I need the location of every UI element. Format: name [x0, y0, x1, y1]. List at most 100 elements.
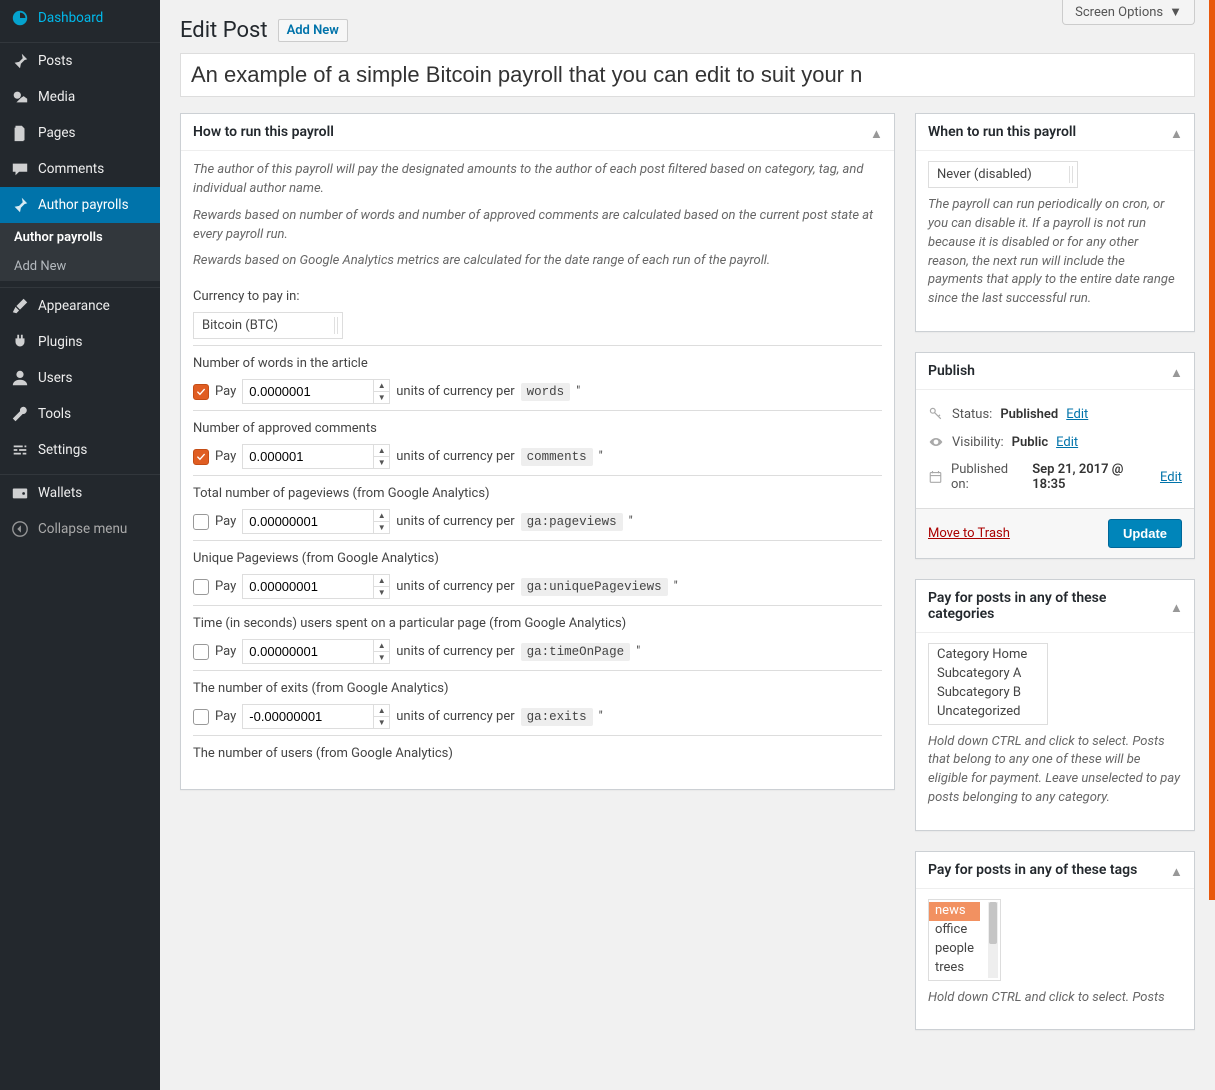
pay-amount-input[interactable]	[243, 445, 373, 468]
number-spinner[interactable]: ▲▼	[373, 510, 389, 533]
page-scrollbar[interactable]	[1209, 0, 1215, 900]
categories-heading: Pay for posts in any of these categories	[928, 590, 1170, 622]
tag-option[interactable]: office	[929, 921, 980, 940]
pay-row: Pay▲▼units of currency perga:pageviews"	[193, 509, 882, 534]
pin-icon	[10, 51, 30, 71]
pay-word: Pay	[215, 579, 236, 594]
menu-media[interactable]: Media	[0, 79, 160, 115]
edit-date-link[interactable]: Edit	[1160, 470, 1182, 485]
pay-amount-input[interactable]	[243, 640, 373, 663]
tags-heading: Pay for posts in any of these tags	[928, 862, 1137, 878]
menu-label: Comments	[38, 161, 104, 177]
admin-sidebar: Dashboard Posts Media Pages Comments Aut…	[0, 0, 160, 1090]
currency-label: Currency to pay in:	[193, 289, 882, 304]
menu-label: Plugins	[38, 334, 83, 350]
category-option[interactable]: Subcategory B	[931, 684, 1045, 703]
pay-amount-input[interactable]	[243, 705, 373, 728]
number-spinner[interactable]: ▲▼	[373, 705, 389, 728]
metric-code: comments	[521, 448, 593, 466]
currency-select[interactable]: Bitcoin (BTC)	[193, 312, 343, 339]
menu-dashboard[interactable]: Dashboard	[0, 0, 160, 36]
howto-p2: Rewards based on number of words and num…	[193, 207, 882, 245]
number-spinner[interactable]: ▲▼	[373, 380, 389, 403]
brush-icon	[10, 296, 30, 316]
pay-field-block: Time (in seconds) users spent on a parti…	[193, 605, 882, 670]
quote-mark: "	[636, 644, 640, 659]
screen-options-toggle[interactable]: Screen Options ▼	[1062, 0, 1195, 25]
menu-label: Users	[38, 370, 72, 386]
units-label: units of currency per	[396, 709, 514, 724]
menu-tools[interactable]: Tools	[0, 396, 160, 432]
toggle-panel-icon[interactable]: ▲	[870, 126, 882, 138]
menu-wallets[interactable]: Wallets	[0, 475, 160, 511]
menu-settings[interactable]: Settings	[0, 432, 160, 468]
status-row: Status: Published Edit	[928, 400, 1182, 428]
metric-code: ga:pageviews	[521, 513, 623, 531]
move-to-trash-link[interactable]: Move to Trash	[928, 526, 1010, 541]
number-spinner[interactable]: ▲▼	[373, 640, 389, 663]
tag-option[interactable]: people	[929, 940, 980, 959]
pay-row: Pay▲▼units of currency perwords"	[193, 379, 882, 404]
pay-word: Pay	[215, 449, 236, 464]
menu-posts[interactable]: Posts	[0, 43, 160, 79]
pay-amount-input-wrap: ▲▼	[242, 444, 390, 469]
tags-postbox: Pay for posts in any of these tags ▲ new…	[915, 851, 1195, 1030]
submenu-author-payrolls: Author payrolls Add New	[0, 223, 160, 281]
pay-checkbox[interactable]	[193, 384, 209, 400]
chevron-down-icon: ▼	[1169, 4, 1182, 20]
number-spinner[interactable]: ▲▼	[373, 575, 389, 598]
update-button[interactable]: Update	[1108, 519, 1182, 548]
edit-visibility-link[interactable]: Edit	[1056, 435, 1078, 450]
pay-checkbox[interactable]	[193, 449, 209, 465]
pay-amount-input-wrap: ▲▼	[242, 639, 390, 664]
pay-checkbox[interactable]	[193, 709, 209, 725]
collapse-menu[interactable]: Collapse menu	[0, 511, 160, 547]
category-option[interactable]: Category Home	[931, 646, 1045, 665]
toggle-panel-icon[interactable]: ▲	[1170, 600, 1182, 612]
metric-code: ga:uniquePageviews	[521, 578, 668, 596]
pay-field-block: Number of words in the articlePay▲▼units…	[193, 345, 882, 410]
pay-field-label: The number of exits (from Google Analyti…	[193, 681, 882, 696]
menu-users[interactable]: Users	[0, 360, 160, 396]
pay-amount-input[interactable]	[243, 510, 373, 533]
pay-amount-input[interactable]	[243, 575, 373, 598]
pay-checkbox[interactable]	[193, 514, 209, 530]
metric-code: ga:timeOnPage	[521, 643, 631, 661]
metric-code: ga:exits	[521, 708, 593, 726]
menu-pages[interactable]: Pages	[0, 115, 160, 151]
toggle-panel-icon[interactable]: ▲	[1170, 365, 1182, 377]
submenu-item-author-payrolls[interactable]: Author payrolls	[0, 223, 160, 252]
tags-multiselect[interactable]: newsofficepeopletrees	[928, 899, 1001, 981]
pay-field-label: Total number of pageviews (from Google A…	[193, 486, 882, 501]
toggle-panel-icon[interactable]: ▲	[1170, 864, 1182, 876]
submenu-item-add-new[interactable]: Add New	[0, 252, 160, 281]
menu-author-payrolls[interactable]: Author payrolls	[0, 187, 160, 223]
pay-field-label: Unique Pageviews (from Google Analytics)	[193, 551, 882, 566]
units-label: units of currency per	[396, 579, 514, 594]
quote-mark: "	[576, 384, 580, 399]
menu-label: Appearance	[38, 298, 110, 314]
edit-status-link[interactable]: Edit	[1066, 407, 1088, 422]
user-icon	[10, 368, 30, 388]
when-select[interactable]: Never (disabled)	[928, 161, 1078, 188]
add-new-button[interactable]: Add New	[278, 19, 348, 42]
category-option[interactable]: Uncategorized	[931, 703, 1045, 722]
pay-amount-input[interactable]	[243, 380, 373, 403]
tags-scrollbar[interactable]	[988, 902, 998, 978]
post-title-input[interactable]	[180, 53, 1195, 97]
menu-comments[interactable]: Comments	[0, 151, 160, 187]
tag-option[interactable]: trees	[929, 959, 980, 978]
pay-checkbox[interactable]	[193, 579, 209, 595]
pay-field-block: Unique Pageviews (from Google Analytics)…	[193, 540, 882, 605]
menu-plugins[interactable]: Plugins	[0, 324, 160, 360]
menu-label: Media	[38, 89, 75, 105]
pay-checkbox[interactable]	[193, 644, 209, 660]
menu-appearance[interactable]: Appearance	[0, 288, 160, 324]
pay-field-block: The number of exits (from Google Analyti…	[193, 670, 882, 735]
number-spinner[interactable]: ▲▼	[373, 445, 389, 468]
category-option[interactable]: Subcategory A	[931, 665, 1045, 684]
toggle-panel-icon[interactable]: ▲	[1170, 126, 1182, 138]
categories-multiselect[interactable]: Category HomeSubcategory ASubcategory BU…	[928, 643, 1048, 725]
tag-option[interactable]: news	[929, 902, 980, 921]
screen-options-label: Screen Options	[1075, 5, 1163, 20]
